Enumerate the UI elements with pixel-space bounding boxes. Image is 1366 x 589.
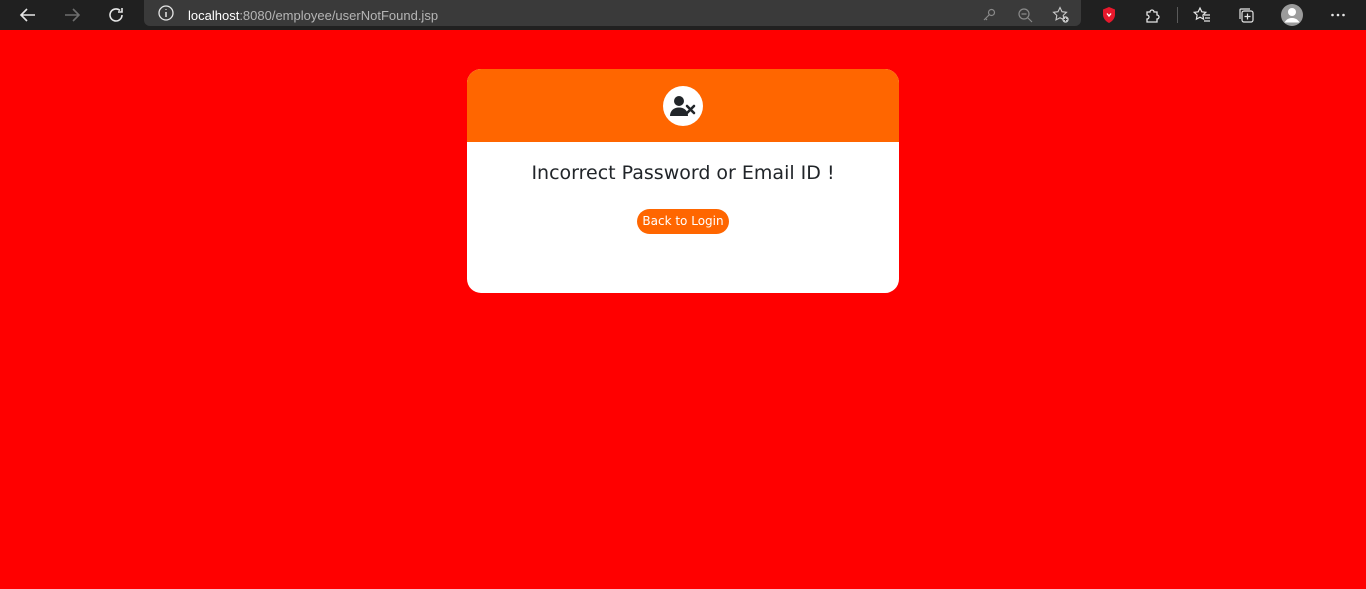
url-path: :8080/employee/userNotFound.jsp xyxy=(239,8,439,23)
more-icon[interactable] xyxy=(1326,3,1350,27)
profile-icon[interactable] xyxy=(1280,3,1304,27)
zoom-out-icon[interactable] xyxy=(1013,3,1037,27)
forward-icon[interactable] xyxy=(58,3,86,27)
user-x-icon xyxy=(663,85,703,126)
toolbar-divider xyxy=(1177,7,1178,23)
back-to-login-button[interactable]: Back to Login xyxy=(637,209,729,234)
browser-toolbar: localhost:8080/employee/userNotFound.jsp xyxy=(0,0,1366,30)
favorite-add-icon[interactable] xyxy=(1049,3,1073,27)
url-host: localhost xyxy=(188,8,240,23)
shield-icon[interactable] xyxy=(1097,3,1121,27)
url-text[interactable]: localhost:8080/employee/userNotFound.jsp xyxy=(188,5,438,24)
favorites-icon[interactable] xyxy=(1190,3,1214,27)
error-card: Incorrect Password or Email ID ! Back to… xyxy=(467,69,899,293)
refresh-icon[interactable] xyxy=(102,3,130,27)
card-header xyxy=(467,69,899,142)
collections-icon[interactable] xyxy=(1234,3,1258,27)
info-icon[interactable] xyxy=(157,4,175,26)
error-message: Incorrect Password or Email ID ! xyxy=(531,162,835,184)
key-icon[interactable] xyxy=(977,3,1001,27)
extensions-icon[interactable] xyxy=(1141,3,1165,27)
back-icon[interactable] xyxy=(14,3,42,27)
address-bar[interactable]: localhost:8080/employee/userNotFound.jsp xyxy=(144,0,1081,26)
